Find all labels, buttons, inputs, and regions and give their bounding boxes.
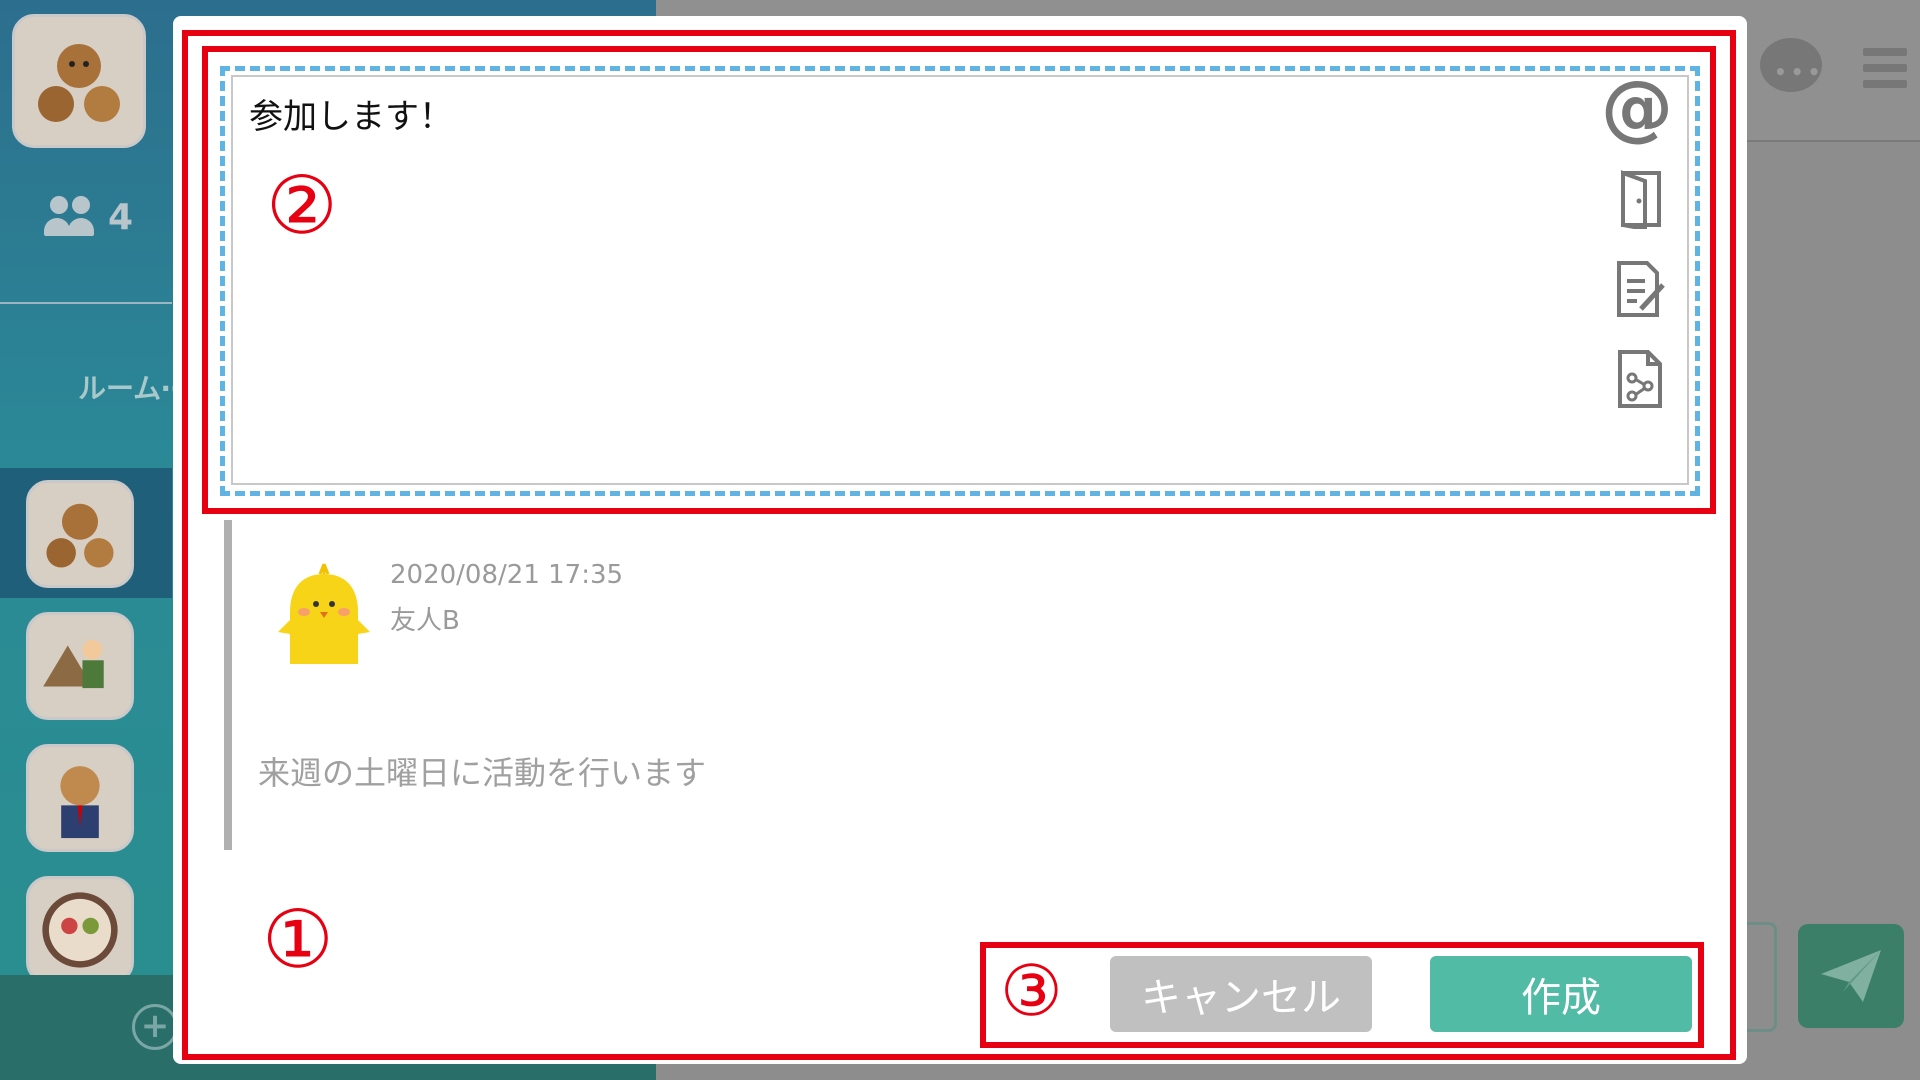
callout-number-2: ② [266,159,338,252]
member-count-value: 4 [108,196,134,238]
add-room-icon[interactable]: + [132,1004,178,1050]
sidebar-divider [0,302,172,304]
chat-bubble-icon[interactable]: ••• [1760,38,1822,94]
members-icon [42,196,98,238]
member-count[interactable]: 4 [42,196,133,238]
callout-number-3: ③ [1000,950,1063,1032]
food-bowl-illustration [29,879,131,981]
room-item-avatar[interactable] [26,612,134,720]
dog-group-illustration [15,17,143,145]
message-input[interactable] [1744,922,1777,1032]
room-item-avatar[interactable] [26,876,134,984]
current-room-avatar[interactable] [12,14,146,148]
hamburger-menu-icon[interactable] [1863,48,1907,92]
callout-number-1: ① [262,893,334,986]
dog-group-illustration [29,483,131,585]
room-item-avatar[interactable] [26,480,134,588]
paper-plane-icon [1821,950,1881,1002]
dog-businessman-illustration [29,747,131,849]
send-button[interactable] [1798,924,1904,1028]
room-item-avatar[interactable] [26,744,134,852]
callout-box-buttons [980,942,1704,1048]
camper-illustration [29,615,131,717]
callout-box-editor [202,46,1716,514]
